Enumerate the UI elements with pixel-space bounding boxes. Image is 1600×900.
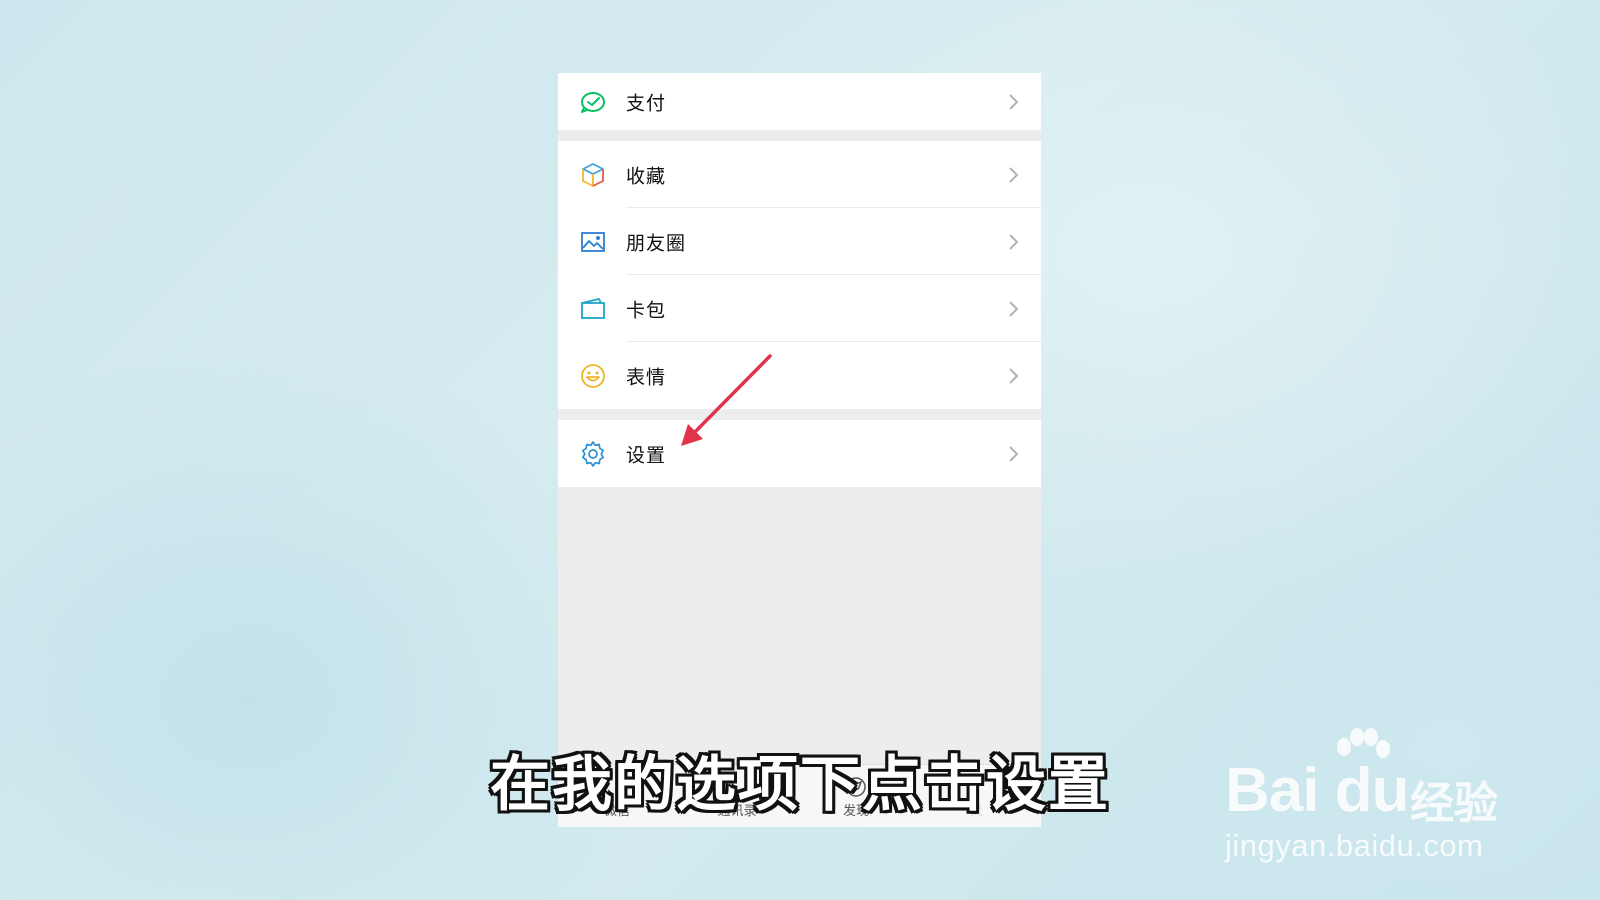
gear-icon: [579, 440, 607, 468]
menu-item-label: 支付: [626, 92, 667, 114]
watermark-url: jingyan.baidu.com: [1225, 828, 1484, 863]
menu-item-label: 收藏: [626, 165, 667, 187]
menu-item-label: 卡包: [626, 299, 667, 321]
menu-group-pay: 支付: [558, 73, 1041, 130]
wallet-check-icon: [579, 88, 607, 116]
watermark-logo: Bai du: [1225, 756, 1409, 825]
menu-item-favorites[interactable]: 收藏: [558, 141, 1041, 208]
chevron-right-icon: [1009, 166, 1019, 183]
watermark-brand: 经验: [1410, 778, 1498, 829]
baidu-jingyan-watermark: Bai du 经验 jingyan.baidu.com: [1225, 725, 1525, 865]
group-gap: [558, 130, 1041, 141]
chevron-right-icon: [1009, 233, 1019, 250]
menu-group-settings: 设置: [558, 420, 1041, 487]
menu-item-label: 朋友圈: [626, 232, 687, 254]
smiley-icon: [579, 362, 607, 390]
menu-group-main: 收藏 朋友圈 卡包 表情: [558, 141, 1041, 409]
chevron-right-icon: [1009, 445, 1019, 462]
menu-item-settings[interactable]: 设置: [558, 420, 1041, 487]
menu-item-label: 设置: [626, 444, 667, 466]
menu-item-label: 表情: [626, 366, 667, 388]
menu-item-stickers[interactable]: 表情: [558, 342, 1041, 409]
cube-favorites-icon: [579, 161, 607, 189]
phone-screen: 支付 收藏 朋友圈 卡包 表情 设置 微信 通讯录 发现 我: [558, 73, 1041, 827]
chevron-right-icon: [1009, 367, 1019, 384]
chevron-right-icon: [1009, 93, 1019, 110]
picture-moments-icon: [579, 228, 607, 256]
menu-item-card-wallet[interactable]: 卡包: [558, 275, 1041, 342]
menu-item-pay[interactable]: 支付: [558, 73, 1041, 130]
menu-item-moments[interactable]: 朋友圈: [558, 208, 1041, 275]
group-gap: [558, 409, 1041, 420]
card-wallet-icon: [579, 295, 607, 323]
chevron-right-icon: [1009, 300, 1019, 317]
